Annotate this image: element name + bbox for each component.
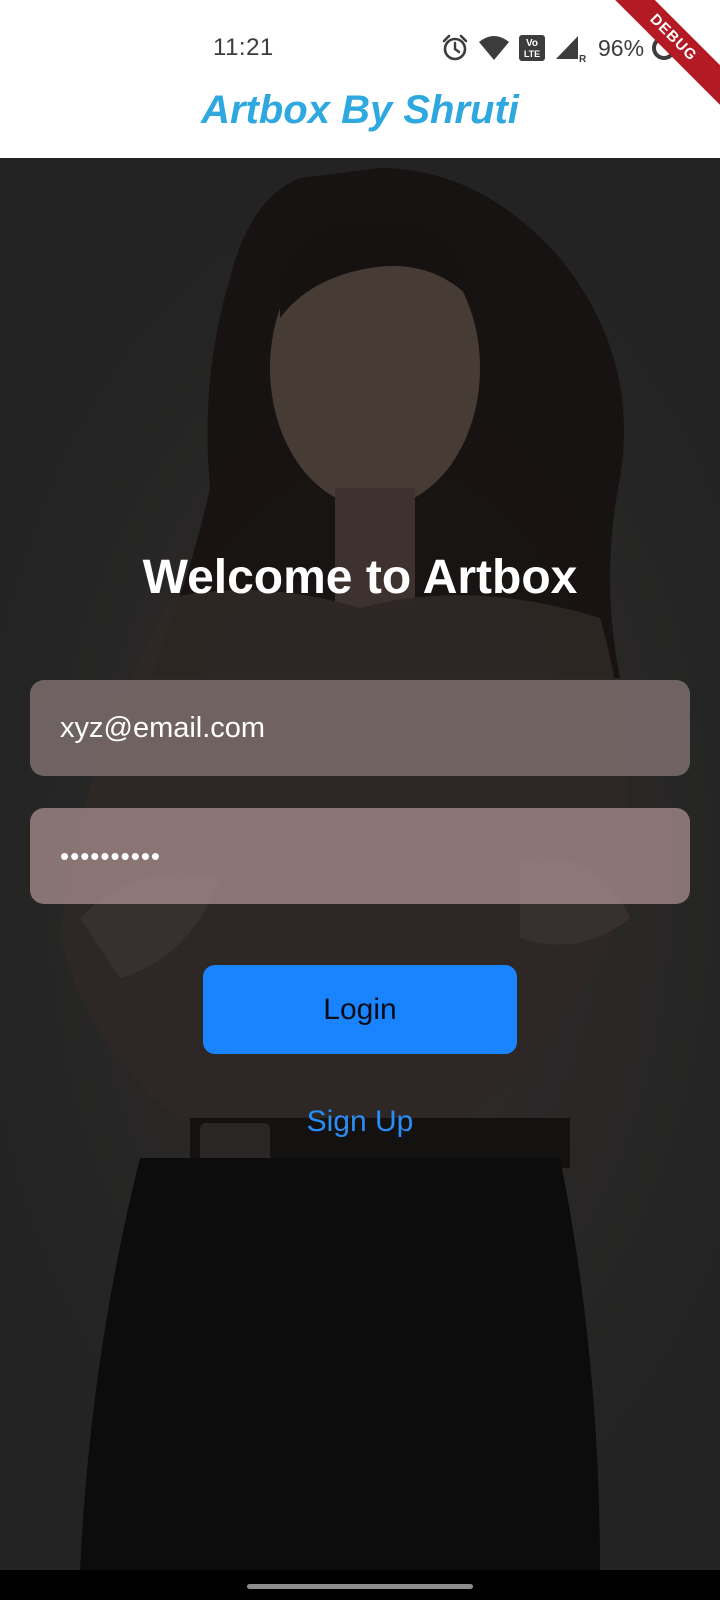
svg-text:R: R	[579, 54, 586, 63]
volte-icon: Vo LTE	[519, 35, 545, 61]
svg-text:LTE: LTE	[524, 49, 540, 59]
svg-text:Vo: Vo	[526, 38, 538, 49]
password-field[interactable]: ••••••••••	[30, 808, 690, 904]
email-field[interactable]: xyz@email.com	[30, 680, 690, 776]
login-button[interactable]: Login	[203, 965, 517, 1054]
navigation-bar	[0, 1570, 720, 1600]
signal-icon: R	[556, 36, 586, 63]
alarm-icon	[442, 34, 468, 61]
status-icons: Vo LTE R 96%	[440, 30, 686, 66]
welcome-title: Welcome to Artbox	[142, 551, 578, 604]
app-title: Artbox By Shruti	[201, 88, 519, 132]
sign-up-link[interactable]: Sign Up	[0, 1105, 720, 1139]
status-bar: 11:21 Vo LTE R 96% DEBUG	[0, 0, 720, 116]
login-screen: Welcome to Artbox xyz@email.com ••••••••…	[0, 158, 720, 1570]
home-indicator[interactable]	[247, 1584, 473, 1589]
battery-percent: 96%	[598, 34, 645, 61]
status-time: 11:21	[213, 34, 274, 61]
app-bar: Artbox By Shruti	[0, 82, 720, 158]
wifi-icon	[479, 36, 509, 60]
